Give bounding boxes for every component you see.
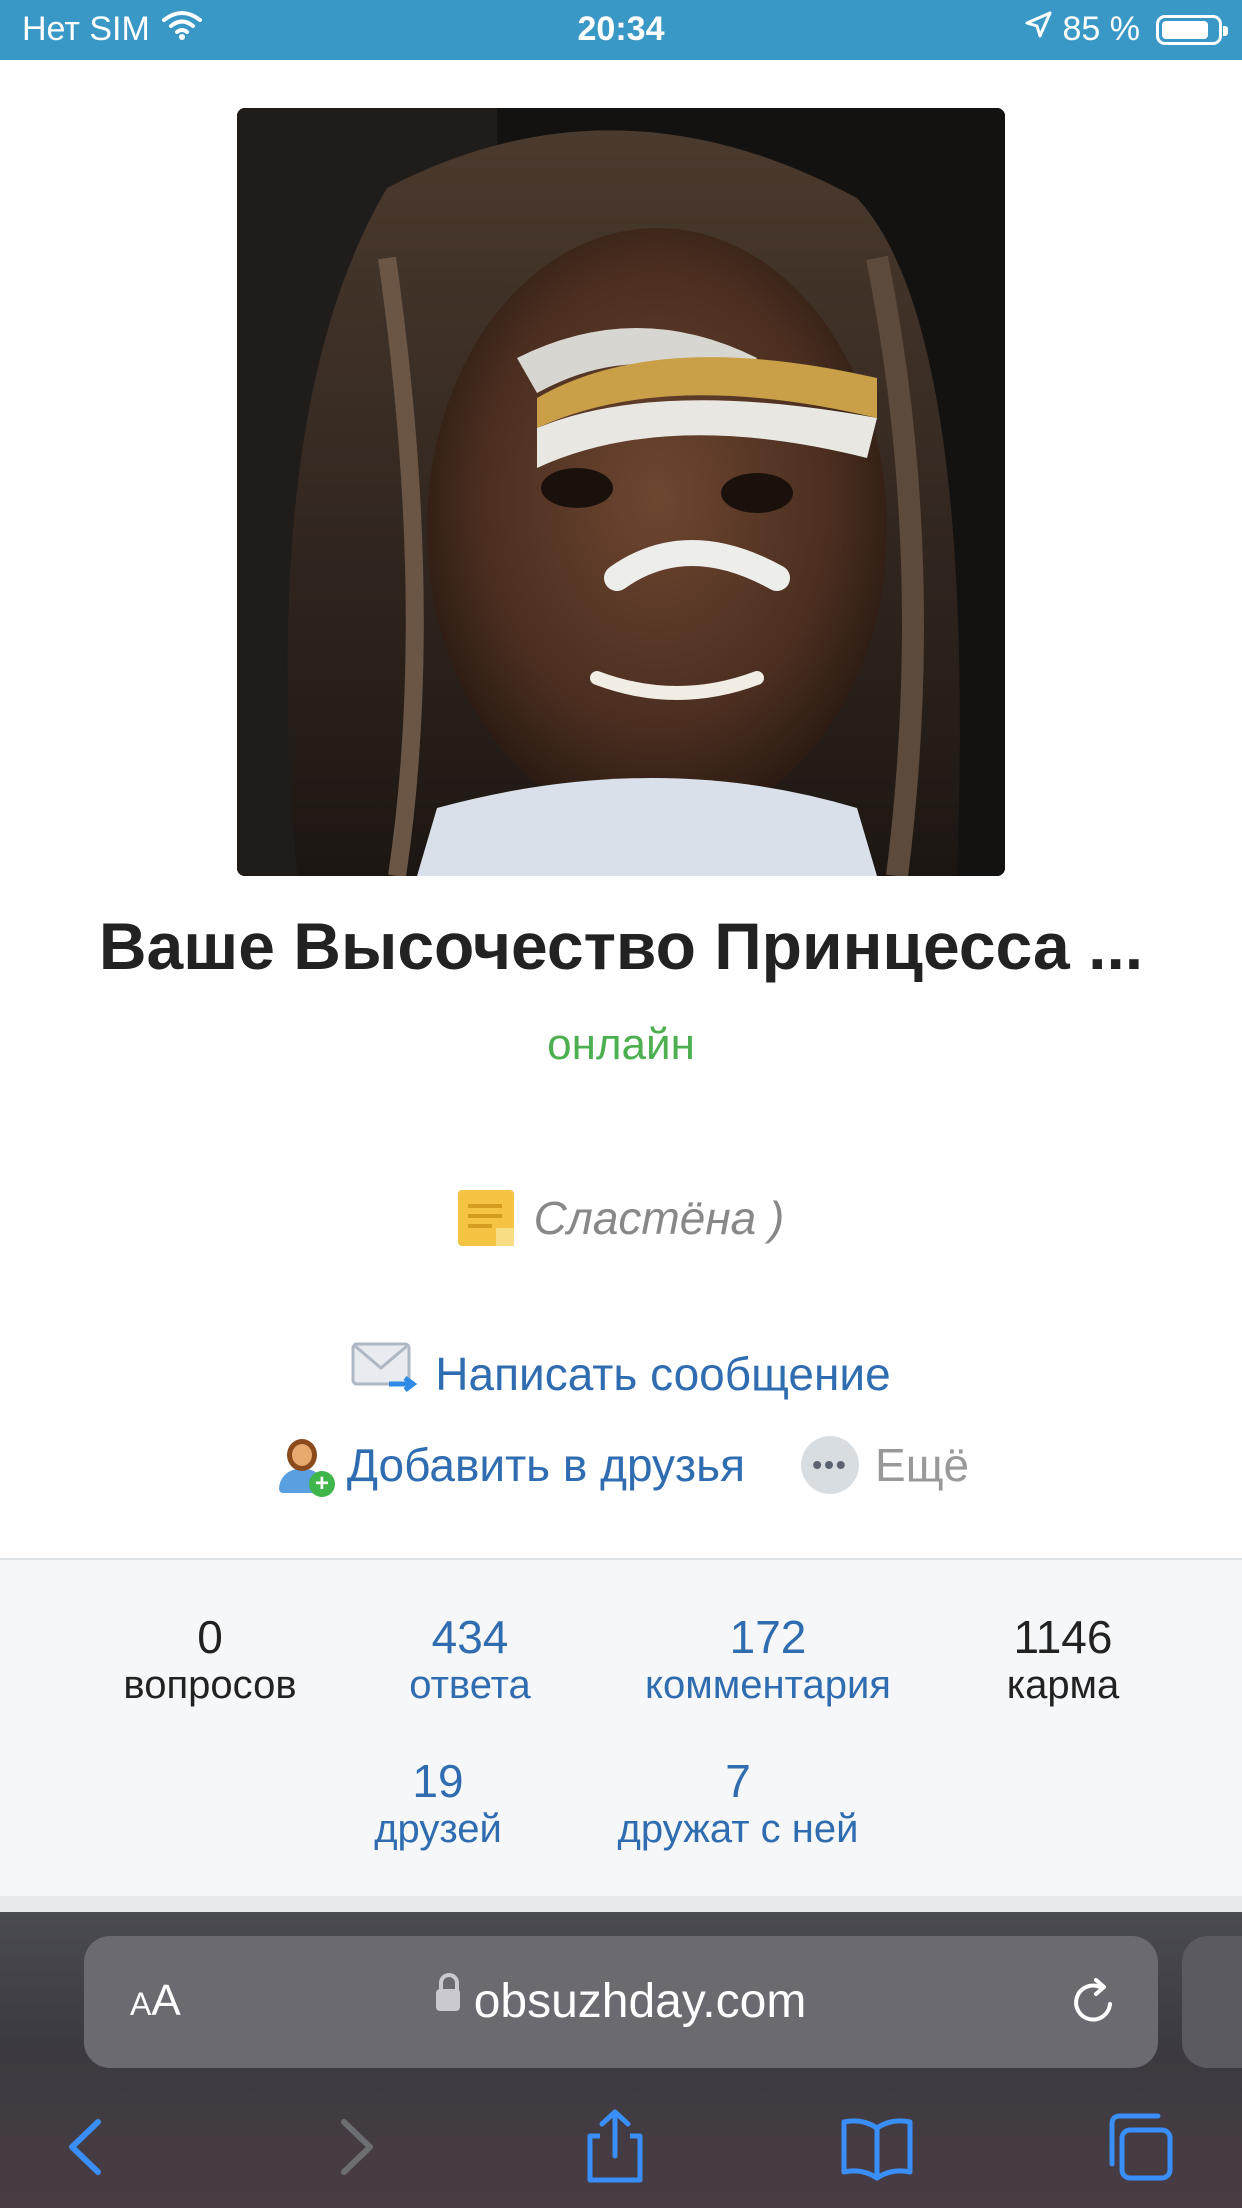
location-icon [1023,10,1053,49]
bookmarks-icon[interactable] [832,2102,922,2192]
profile-avatar[interactable] [237,108,1005,876]
envelope-icon [351,1340,418,1407]
profile-stats: 0 вопросов 434 ответа 172 комментария 11… [0,1558,1242,1896]
stat-questions-label: вопросов [123,1663,297,1707]
stat-answers[interactable]: 434 ответа [370,1612,570,1708]
stat-comments-label: комментария [645,1663,891,1707]
note-icon [457,1190,514,1246]
status-note: Сластёна ) [0,1190,1242,1246]
status-note-text: Сластёна ) [533,1192,785,1244]
stat-followers-label: дружат с ней [617,1807,859,1851]
forward-icon[interactable] [310,2102,400,2192]
lock-icon [435,1973,460,2012]
stat-questions: 0 вопросов [90,1612,330,1708]
stat-questions-value: 0 [197,1611,223,1663]
next-tab-preview[interactable] [1182,1936,1242,2068]
status-right: 85 % [1023,10,1228,49]
browser-nav [0,2102,1242,2192]
online-status: онлайн [547,1020,695,1069]
url-display[interactable]: obsuzhday.com [84,1973,1158,2029]
action-row: + Добавить в друзья ••• Ещё [0,1435,1242,1497]
stat-comments-value: 172 [729,1611,807,1663]
battery-fill [1162,20,1208,39]
battery-icon [1156,14,1228,45]
add-friend-button[interactable]: + Добавить в друзья [273,1435,746,1497]
browser-toolbar: AAAA obsuzhday.com [0,1912,1242,2208]
send-message-label: Написать сообщение [435,1347,891,1400]
send-message-button[interactable]: Написать сообщение [0,1340,1242,1407]
more-button[interactable]: ••• Ещё [801,1436,969,1494]
url-text: obsuzhday.com [473,1975,807,2028]
stat-followers[interactable]: 7 дружат с ней [588,1756,888,1852]
profile-name: Ваше Высочество Принцесса ... [98,909,1144,983]
stat-answers-label: ответа [409,1663,531,1707]
avatar-portrait [237,108,1005,876]
stat-friends-value: 19 [412,1755,464,1807]
stat-friends-label: друзей [374,1807,502,1851]
stat-followers-value: 7 [725,1755,751,1807]
stat-answers-value: 434 [431,1611,509,1663]
battery-percentage: 85 % [1062,10,1141,48]
add-friend-label: Добавить в друзья [346,1439,746,1491]
battery-cap [1223,25,1228,36]
stat-karma-label: карма [1006,1663,1120,1707]
stat-karma: 1146 карма [958,1612,1168,1708]
more-dots-icon: ••• [801,1436,860,1494]
stat-comments[interactable]: 172 комментария [618,1612,918,1708]
tabs-icon[interactable] [1096,2102,1186,2192]
add-friend-icon: + [273,1435,335,1497]
section-divider [0,1896,1242,1912]
back-icon[interactable] [42,2102,132,2192]
stat-friends[interactable]: 19 друзей [338,1756,538,1852]
reload-icon[interactable] [1066,1974,1122,2030]
status-bar: Нет SIM 20:34 85 % [0,0,1242,60]
more-label: Ещё [875,1439,970,1491]
stat-karma-value: 1146 [1013,1611,1113,1663]
address-bar[interactable]: AAAA obsuzhday.com [84,1936,1158,2068]
share-icon[interactable] [570,2102,660,2192]
